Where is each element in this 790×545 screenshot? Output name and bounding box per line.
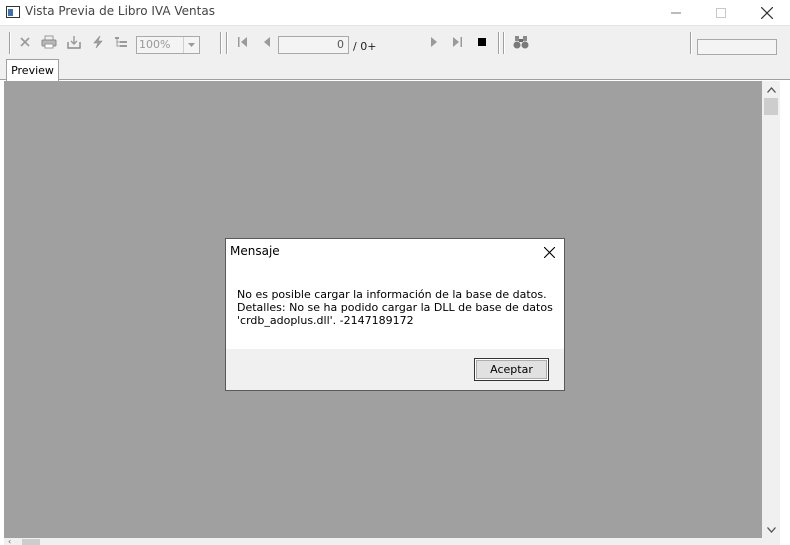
vertical-scroll-thumb[interactable]: [764, 98, 778, 115]
scroll-down-button[interactable]: [762, 521, 780, 538]
toolbar-separator: [690, 32, 692, 54]
horizontal-scroll-thumb[interactable]: [22, 539, 40, 545]
dialog-body: No es posible cargar la información de l…: [226, 265, 564, 349]
previous-page-icon: [263, 37, 270, 47]
last-page-button[interactable]: [451, 33, 463, 51]
tree-icon: [115, 37, 127, 47]
stop-button[interactable]: [476, 33, 488, 51]
app-window-icon: [6, 6, 20, 18]
search-field[interactable]: [697, 39, 777, 55]
close-report-button[interactable]: [18, 33, 32, 51]
accept-button[interactable]: Aceptar: [474, 358, 549, 381]
close-icon: [761, 6, 773, 19]
print-button[interactable]: [40, 33, 58, 51]
minimize-button[interactable]: [653, 0, 699, 25]
printer-icon: [41, 35, 57, 49]
toolbar-separator: [220, 32, 222, 54]
dialog-message-line: 'crdb_adoplus.dll'. -2147189172: [237, 314, 414, 327]
dialog-close-button[interactable]: [539, 243, 559, 261]
export-button[interactable]: [65, 33, 83, 51]
next-page-icon: [430, 37, 437, 47]
last-page-icon: [452, 37, 462, 47]
first-page-button[interactable]: [236, 33, 248, 51]
export-icon: [67, 36, 81, 49]
refresh-button[interactable]: [90, 33, 106, 51]
dialog-message-line: Detalles: No se ha podido cargar la DLL …: [237, 301, 553, 314]
next-page-button[interactable]: [428, 33, 440, 51]
zoom-dropdown-arrow[interactable]: [183, 37, 199, 53]
tab-preview[interactable]: Preview: [6, 59, 59, 81]
chevron-down-icon: [188, 43, 195, 47]
title-bar: Vista Previa de Libro IVA Ventas: [0, 0, 790, 25]
stop-icon: [478, 38, 486, 46]
toolbar-separator: [503, 32, 505, 54]
chevron-up-icon: [766, 86, 776, 93]
dialog-message: No es posible cargar la información de l…: [237, 288, 553, 327]
scroll-up-button[interactable]: [762, 81, 780, 98]
toolbar-grip[interactable]: [9, 32, 11, 54]
close-window-button[interactable]: [744, 0, 790, 25]
maximize-button[interactable]: [698, 0, 744, 25]
first-page-icon: [237, 37, 247, 47]
dialog-title-bar: Mensaje: [226, 239, 564, 265]
window-title: Vista Previa de Libro IVA Ventas: [25, 4, 215, 18]
maximize-icon: [716, 7, 726, 18]
page-total-label: / 0+: [353, 40, 377, 53]
dialog-message-line: No es posible cargar la información de l…: [237, 288, 547, 301]
dialog-title: Mensaje: [230, 244, 280, 258]
group-tree-button[interactable]: [113, 33, 129, 51]
page-number-value: 0: [337, 38, 344, 51]
minimize-icon: [671, 12, 681, 13]
close-icon: [543, 246, 555, 258]
message-dialog: Mensaje No es posible cargar la informac…: [225, 238, 565, 391]
toolbar-separator: [226, 32, 228, 54]
zoom-select[interactable]: 100%: [136, 36, 200, 54]
zoom-value: 100%: [139, 38, 171, 51]
previous-page-button[interactable]: [260, 33, 272, 51]
page-number-input[interactable]: 0: [278, 36, 349, 54]
vertical-scrollbar[interactable]: [762, 81, 780, 538]
chevron-down-icon: [766, 526, 776, 533]
horizontal-scrollbar[interactable]: ‹: [4, 538, 780, 545]
toolbar-separator: [498, 32, 500, 54]
report-toolbar: 100% 0 / 0+: [0, 25, 790, 58]
search-text-button[interactable]: [512, 33, 530, 51]
lightning-icon: [93, 35, 103, 49]
close-report-icon: [20, 37, 30, 47]
tab-strip: Preview: [0, 58, 790, 81]
binoculars-icon: [513, 35, 529, 48]
chevron-left-icon[interactable]: ‹: [8, 538, 11, 545]
